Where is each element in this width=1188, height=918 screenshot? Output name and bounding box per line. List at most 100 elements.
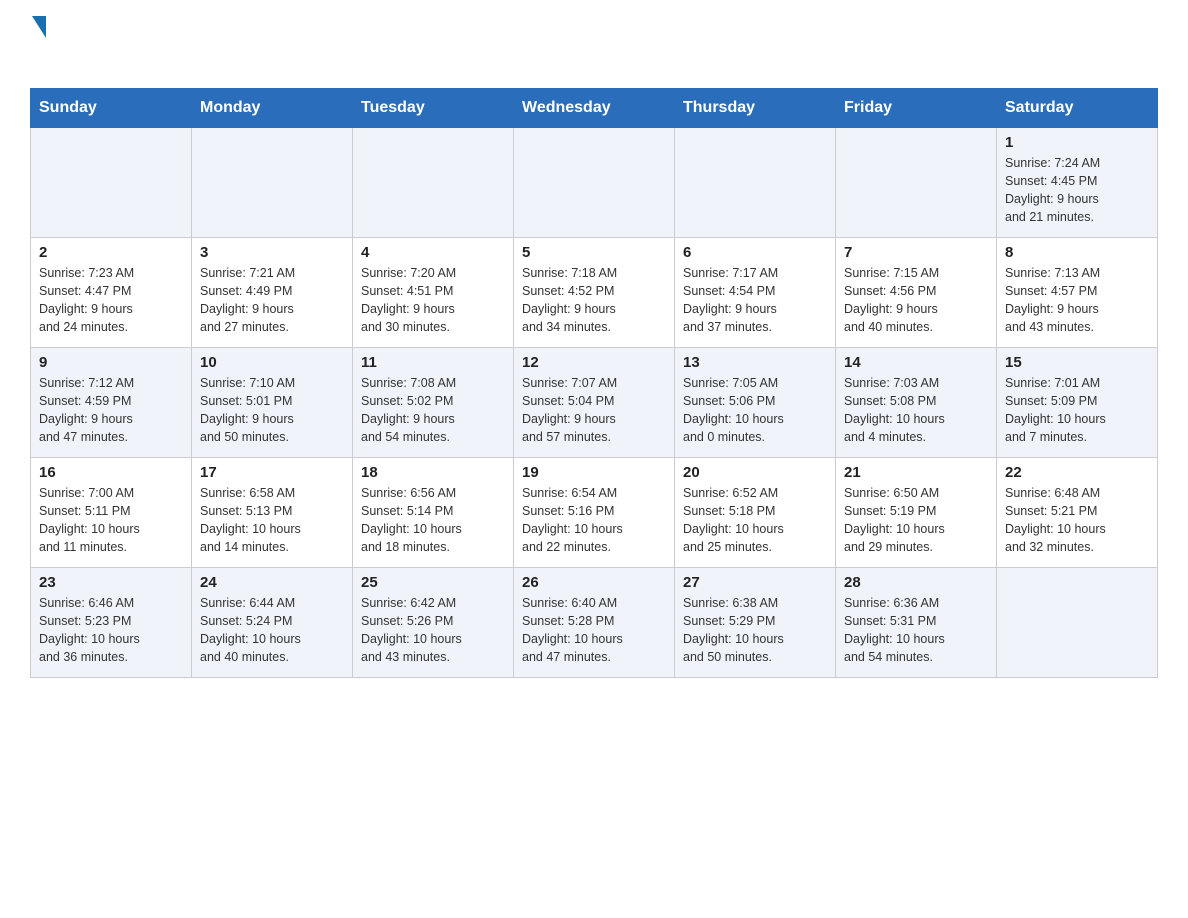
day-header-wednesday: Wednesday xyxy=(514,89,675,128)
day-info: Sunrise: 7:24 AM Sunset: 4:45 PM Dayligh… xyxy=(1005,154,1149,227)
calendar-day-8: 8 Sunrise: 7:13 AM Sunset: 4:57 PM Daylig… xyxy=(997,238,1158,348)
day-number: 1 xyxy=(1005,134,1149,151)
day-info: Sunrise: 7:20 AM Sunset: 4:51 PM Dayligh… xyxy=(361,264,505,337)
day-number: 2 xyxy=(39,244,183,261)
day-number: 8 xyxy=(1005,244,1149,261)
calendar-week-row: 23 Sunrise: 6:46 AM Sunset: 5:23 PM Dayli… xyxy=(31,568,1158,678)
day-info: Sunrise: 7:23 AM Sunset: 4:47 PM Dayligh… xyxy=(39,264,183,337)
day-info: Sunrise: 7:05 AM Sunset: 5:06 PM Dayligh… xyxy=(683,374,827,447)
day-number: 27 xyxy=(683,574,827,591)
day-info: Sunrise: 7:18 AM Sunset: 4:52 PM Dayligh… xyxy=(522,264,666,337)
day-number: 17 xyxy=(200,464,344,481)
day-info: Sunrise: 7:13 AM Sunset: 4:57 PM Dayligh… xyxy=(1005,264,1149,337)
calendar-week-row: 1 Sunrise: 7:24 AM Sunset: 4:45 PM Daylig… xyxy=(31,128,1158,238)
day-info: Sunrise: 6:44 AM Sunset: 5:24 PM Dayligh… xyxy=(200,594,344,667)
day-info: Sunrise: 6:38 AM Sunset: 5:29 PM Dayligh… xyxy=(683,594,827,667)
day-info: Sunrise: 6:50 AM Sunset: 5:19 PM Dayligh… xyxy=(844,484,988,557)
calendar-day-empty xyxy=(192,128,353,238)
calendar-day-empty xyxy=(353,128,514,238)
calendar-day-25: 25 Sunrise: 6:42 AM Sunset: 5:26 PM Dayli… xyxy=(353,568,514,678)
day-info: Sunrise: 6:48 AM Sunset: 5:21 PM Dayligh… xyxy=(1005,484,1149,557)
day-number: 25 xyxy=(361,574,505,591)
day-info: Sunrise: 7:08 AM Sunset: 5:02 PM Dayligh… xyxy=(361,374,505,447)
day-number: 23 xyxy=(39,574,183,591)
day-number: 9 xyxy=(39,354,183,371)
calendar-week-row: 9 Sunrise: 7:12 AM Sunset: 4:59 PM Daylig… xyxy=(31,348,1158,458)
day-header-sunday: Sunday xyxy=(31,89,192,128)
day-number: 7 xyxy=(844,244,988,261)
day-info: Sunrise: 7:00 AM Sunset: 5:11 PM Dayligh… xyxy=(39,484,183,557)
calendar-day-14: 14 Sunrise: 7:03 AM Sunset: 5:08 PM Dayli… xyxy=(836,348,997,458)
calendar-day-4: 4 Sunrise: 7:20 AM Sunset: 4:51 PM Daylig… xyxy=(353,238,514,348)
day-info: Sunrise: 7:17 AM Sunset: 4:54 PM Dayligh… xyxy=(683,264,827,337)
page-header xyxy=(30,20,1158,70)
calendar-day-12: 12 Sunrise: 7:07 AM Sunset: 5:04 PM Dayli… xyxy=(514,348,675,458)
calendar-day-23: 23 Sunrise: 6:46 AM Sunset: 5:23 PM Dayli… xyxy=(31,568,192,678)
day-header-saturday: Saturday xyxy=(997,89,1158,128)
calendar-day-7: 7 Sunrise: 7:15 AM Sunset: 4:56 PM Daylig… xyxy=(836,238,997,348)
day-info: Sunrise: 6:46 AM Sunset: 5:23 PM Dayligh… xyxy=(39,594,183,667)
calendar-day-24: 24 Sunrise: 6:44 AM Sunset: 5:24 PM Dayli… xyxy=(192,568,353,678)
calendar-day-empty xyxy=(31,128,192,238)
day-number: 20 xyxy=(683,464,827,481)
calendar-day-18: 18 Sunrise: 6:56 AM Sunset: 5:14 PM Dayli… xyxy=(353,458,514,568)
calendar-day-11: 11 Sunrise: 7:08 AM Sunset: 5:02 PM Dayli… xyxy=(353,348,514,458)
calendar-day-empty xyxy=(836,128,997,238)
day-info: Sunrise: 7:10 AM Sunset: 5:01 PM Dayligh… xyxy=(200,374,344,447)
day-number: 5 xyxy=(522,244,666,261)
day-header-tuesday: Tuesday xyxy=(353,89,514,128)
calendar-day-1: 1 Sunrise: 7:24 AM Sunset: 4:45 PM Daylig… xyxy=(997,128,1158,238)
calendar-day-13: 13 Sunrise: 7:05 AM Sunset: 5:06 PM Dayli… xyxy=(675,348,836,458)
calendar-day-16: 16 Sunrise: 7:00 AM Sunset: 5:11 PM Dayli… xyxy=(31,458,192,568)
calendar-week-row: 2 Sunrise: 7:23 AM Sunset: 4:47 PM Daylig… xyxy=(31,238,1158,348)
day-info: Sunrise: 6:58 AM Sunset: 5:13 PM Dayligh… xyxy=(200,484,344,557)
day-info: Sunrise: 6:56 AM Sunset: 5:14 PM Dayligh… xyxy=(361,484,505,557)
calendar-day-5: 5 Sunrise: 7:18 AM Sunset: 4:52 PM Daylig… xyxy=(514,238,675,348)
day-number: 14 xyxy=(844,354,988,371)
day-number: 21 xyxy=(844,464,988,481)
calendar-day-2: 2 Sunrise: 7:23 AM Sunset: 4:47 PM Daylig… xyxy=(31,238,192,348)
calendar-day-22: 22 Sunrise: 6:48 AM Sunset: 5:21 PM Dayli… xyxy=(997,458,1158,568)
day-number: 16 xyxy=(39,464,183,481)
calendar-day-26: 26 Sunrise: 6:40 AM Sunset: 5:28 PM Dayli… xyxy=(514,568,675,678)
day-info: Sunrise: 6:36 AM Sunset: 5:31 PM Dayligh… xyxy=(844,594,988,667)
day-info: Sunrise: 7:03 AM Sunset: 5:08 PM Dayligh… xyxy=(844,374,988,447)
calendar-day-20: 20 Sunrise: 6:52 AM Sunset: 5:18 PM Dayli… xyxy=(675,458,836,568)
day-number: 26 xyxy=(522,574,666,591)
day-info: Sunrise: 6:42 AM Sunset: 5:26 PM Dayligh… xyxy=(361,594,505,667)
day-header-thursday: Thursday xyxy=(675,89,836,128)
calendar-day-19: 19 Sunrise: 6:54 AM Sunset: 5:16 PM Dayli… xyxy=(514,458,675,568)
day-number: 13 xyxy=(683,354,827,371)
day-info: Sunrise: 7:07 AM Sunset: 5:04 PM Dayligh… xyxy=(522,374,666,447)
calendar-day-15: 15 Sunrise: 7:01 AM Sunset: 5:09 PM Dayli… xyxy=(997,348,1158,458)
day-number: 22 xyxy=(1005,464,1149,481)
day-info: Sunrise: 7:12 AM Sunset: 4:59 PM Dayligh… xyxy=(39,374,183,447)
calendar-day-27: 27 Sunrise: 6:38 AM Sunset: 5:29 PM Dayli… xyxy=(675,568,836,678)
day-info: Sunrise: 6:52 AM Sunset: 5:18 PM Dayligh… xyxy=(683,484,827,557)
calendar-table: SundayMondayTuesdayWednesdayThursdayFrid… xyxy=(30,88,1158,678)
day-number: 3 xyxy=(200,244,344,261)
calendar-day-9: 9 Sunrise: 7:12 AM Sunset: 4:59 PM Daylig… xyxy=(31,348,192,458)
day-number: 12 xyxy=(522,354,666,371)
logo xyxy=(30,20,46,70)
day-number: 19 xyxy=(522,464,666,481)
logo-triangle-icon xyxy=(32,16,46,38)
day-info: Sunrise: 7:01 AM Sunset: 5:09 PM Dayligh… xyxy=(1005,374,1149,447)
day-number: 10 xyxy=(200,354,344,371)
calendar-day-28: 28 Sunrise: 6:36 AM Sunset: 5:31 PM Dayli… xyxy=(836,568,997,678)
day-number: 11 xyxy=(361,354,505,371)
day-number: 18 xyxy=(361,464,505,481)
day-info: Sunrise: 6:40 AM Sunset: 5:28 PM Dayligh… xyxy=(522,594,666,667)
calendar-day-17: 17 Sunrise: 6:58 AM Sunset: 5:13 PM Dayli… xyxy=(192,458,353,568)
calendar-day-empty xyxy=(514,128,675,238)
day-info: Sunrise: 6:54 AM Sunset: 5:16 PM Dayligh… xyxy=(522,484,666,557)
day-info: Sunrise: 7:15 AM Sunset: 4:56 PM Dayligh… xyxy=(844,264,988,337)
calendar-day-10: 10 Sunrise: 7:10 AM Sunset: 5:01 PM Dayli… xyxy=(192,348,353,458)
day-header-friday: Friday xyxy=(836,89,997,128)
day-number: 4 xyxy=(361,244,505,261)
day-number: 15 xyxy=(1005,354,1149,371)
calendar-day-6: 6Sunrise: 7:17 AM Sunset: 4:54 PM Daylig… xyxy=(675,238,836,348)
calendar-day-empty xyxy=(675,128,836,238)
day-number: 24 xyxy=(200,574,344,591)
day-number: 28 xyxy=(844,574,988,591)
